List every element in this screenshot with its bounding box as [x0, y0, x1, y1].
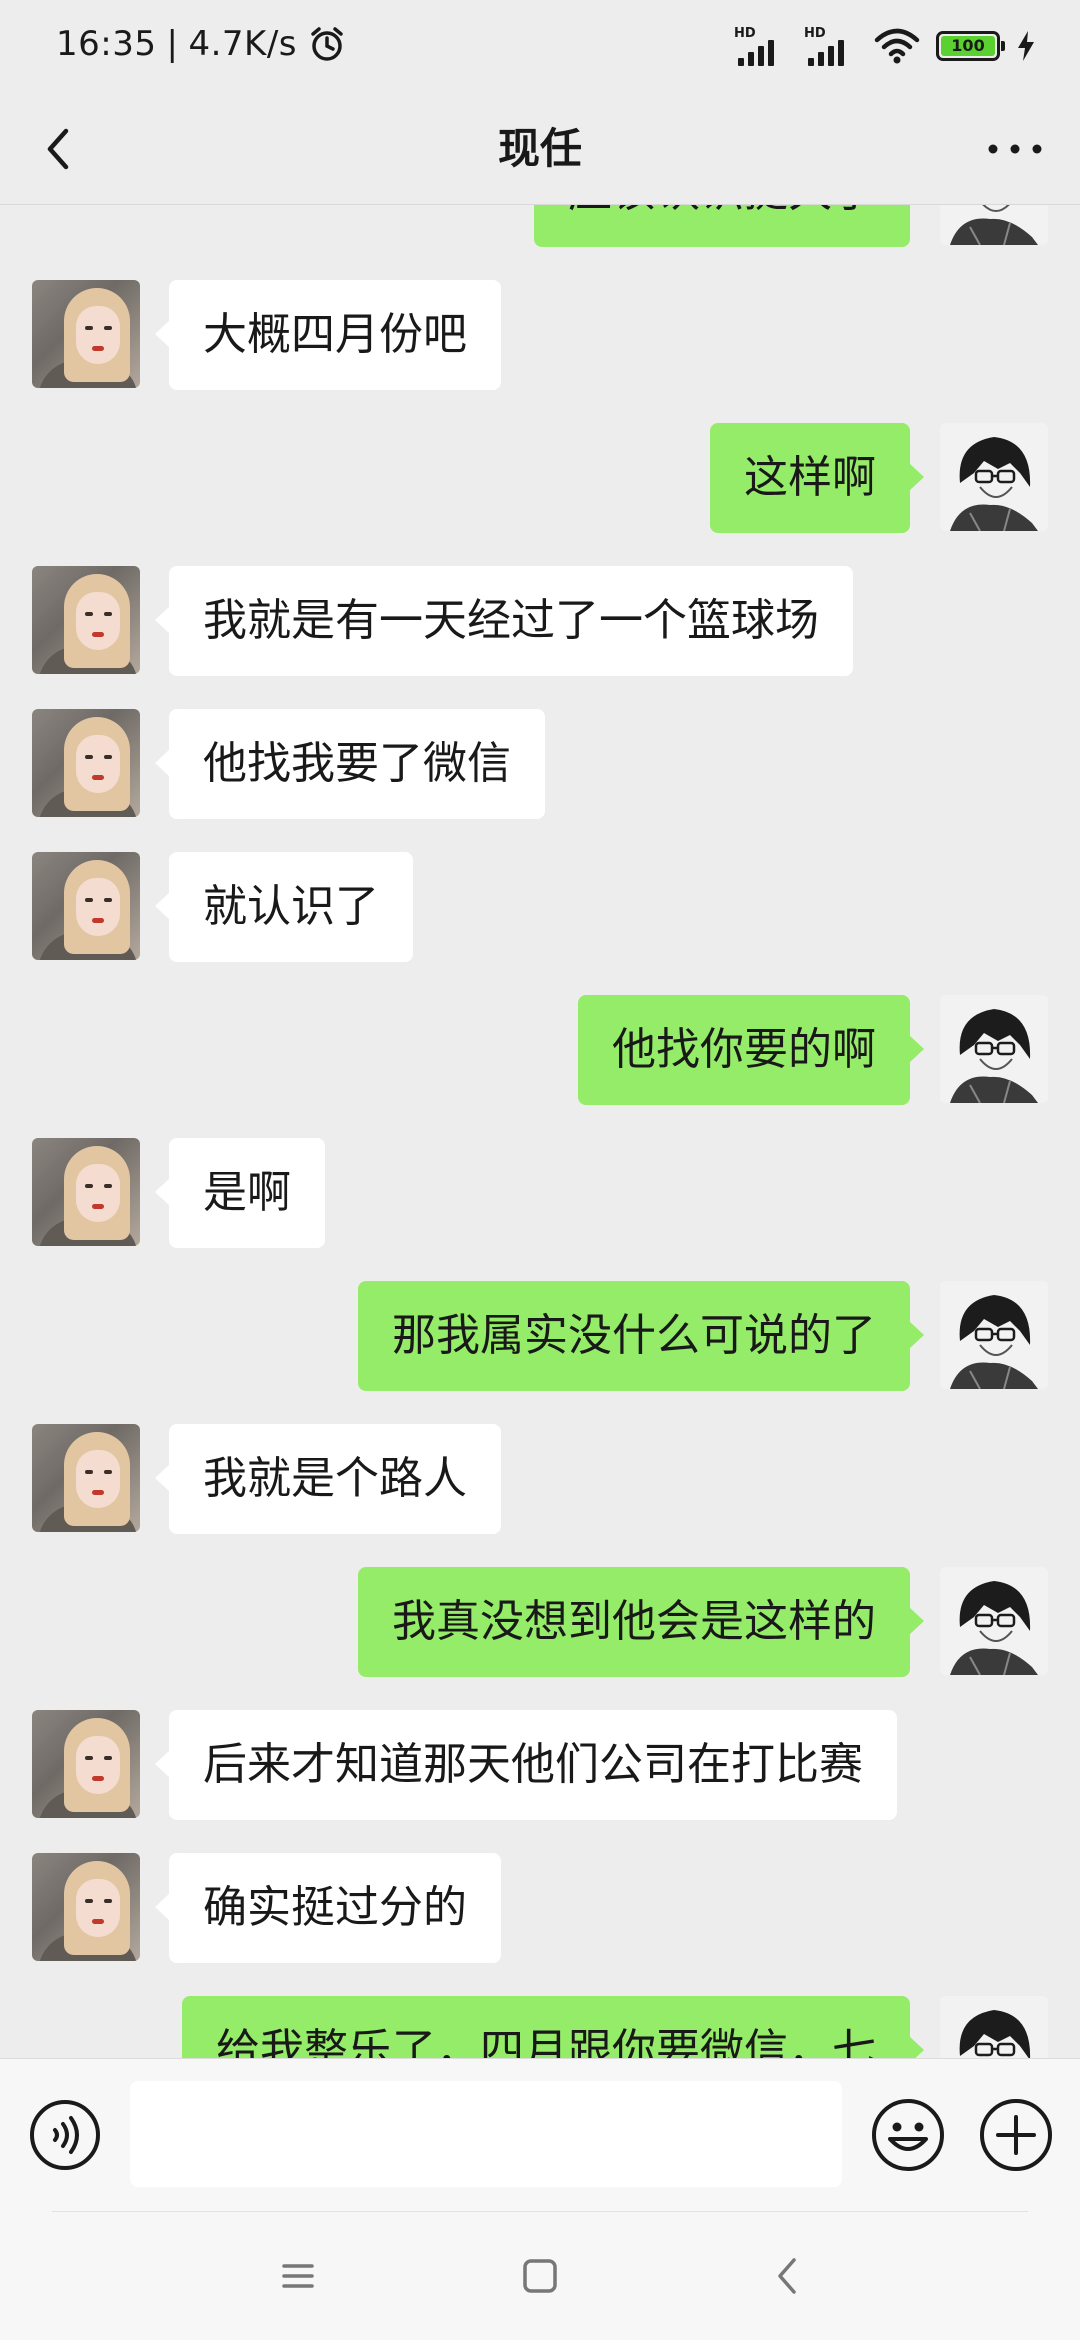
message-bubble[interactable]: 大概四月份吧: [155, 280, 501, 390]
message-bubble[interactable]: 就认识了: [155, 852, 413, 962]
menu-icon[interactable]: [278, 2256, 318, 2296]
message-bubble[interactable]: 我就是有一天经过了一个篮球场: [155, 566, 853, 676]
message-bubble[interactable]: 后来才知道那天他们公司在打比赛: [155, 1710, 897, 1820]
message-bubble[interactable]: 他找我要了微信: [155, 709, 545, 819]
message-bubble[interactable]: 确实挺过分的: [155, 1853, 501, 1963]
user-avatar[interactable]: [940, 995, 1048, 1103]
status-right: HD HD 100: [734, 26, 1036, 66]
message-bubble[interactable]: 是啊: [155, 1138, 325, 1248]
contact-avatar[interactable]: [32, 1853, 140, 1961]
status-time: 16:35: [56, 24, 157, 64]
outgoing-message: 这样啊: [0, 423, 1080, 533]
outgoing-message: 我真没想到他会是这样的: [0, 1567, 1080, 1677]
user-avatar[interactable]: [940, 205, 1048, 245]
contact-avatar[interactable]: [32, 852, 140, 960]
message-bubble[interactable]: 应该认识挺久了: [534, 205, 910, 247]
contact-avatar[interactable]: [32, 1710, 140, 1818]
incoming-message: 大概四月份吧: [0, 280, 1080, 390]
signal-hd-label: HD: [734, 26, 756, 41]
chat-header: 现任: [0, 94, 1080, 205]
system-nav-bar: [0, 2212, 1080, 2340]
incoming-message: 他找我要了微信: [0, 709, 1080, 819]
signal-strength-icon-2: HD: [804, 26, 858, 66]
user-avatar[interactable]: [940, 1567, 1048, 1675]
outgoing-message: 给我整乐了，四月跟你要微信，七: [0, 1996, 1080, 2058]
message-bubble[interactable]: 那我属实没什么可说的了: [358, 1281, 924, 1391]
message-bubble[interactable]: 他找你要的啊: [578, 995, 924, 1105]
lightning-bolt-icon: [1018, 31, 1034, 61]
outgoing-message: 应该认识挺久了: [0, 205, 1080, 247]
incoming-message: 我就是个路人: [0, 1424, 1080, 1534]
signal-hd-label-2: HD: [804, 26, 826, 41]
home-icon[interactable]: [520, 2256, 560, 2296]
back-icon[interactable]: [768, 2254, 808, 2298]
contact-avatar[interactable]: [32, 709, 140, 817]
network-speed: 4.7K/s: [188, 24, 297, 64]
status-separator: |: [166, 24, 179, 64]
user-avatar[interactable]: [940, 423, 1048, 531]
message-input[interactable]: [130, 2081, 842, 2187]
ellipsis-icon[interactable]: [980, 124, 1050, 174]
status-bar: 16:35 | 4.7K/s HD HD 100: [0, 0, 1080, 94]
message-bubble[interactable]: 我就是个路人: [155, 1424, 501, 1534]
incoming-message: 是啊: [0, 1138, 1080, 1248]
message-list[interactable]: 应该认识挺久了大概四月份吧这样啊我就是有一天经过了一个篮球场他找我要了微信就认识…: [0, 205, 1080, 2058]
wifi-icon: [874, 28, 920, 64]
incoming-message: 后来才知道那天他们公司在打比赛: [0, 1710, 1080, 1820]
status-left: 16:35 | 4.7K/s: [56, 24, 347, 64]
battery-level: 100: [941, 36, 995, 56]
plus-icon[interactable]: [978, 2097, 1054, 2173]
outgoing-message: 他找你要的啊: [0, 995, 1080, 1105]
user-avatar[interactable]: [940, 1281, 1048, 1389]
contact-avatar[interactable]: [32, 566, 140, 674]
user-avatar[interactable]: [940, 1996, 1048, 2058]
input-bar: [0, 2058, 1080, 2213]
message-bubble[interactable]: 这样啊: [710, 423, 924, 533]
contact-avatar[interactable]: [32, 1138, 140, 1246]
incoming-message: 我就是有一天经过了一个篮球场: [0, 566, 1080, 676]
incoming-message: 就认识了: [0, 852, 1080, 962]
contact-avatar[interactable]: [32, 280, 140, 388]
message-bubble[interactable]: 给我整乐了，四月跟你要微信，七: [182, 1996, 924, 2058]
contact-avatar[interactable]: [32, 1424, 140, 1532]
chat-title: 现任: [497, 124, 582, 173]
message-bubble[interactable]: 我真没想到他会是这样的: [358, 1567, 924, 1677]
alarm-clock-icon: [311, 27, 343, 61]
voice-icon[interactable]: [28, 2098, 102, 2172]
signal-strength-icon: HD: [734, 26, 788, 66]
battery-icon: 100: [936, 31, 1005, 61]
emoji-icon[interactable]: [870, 2097, 946, 2173]
incoming-message: 确实挺过分的: [0, 1853, 1080, 1963]
outgoing-message: 那我属实没什么可说的了: [0, 1281, 1080, 1391]
